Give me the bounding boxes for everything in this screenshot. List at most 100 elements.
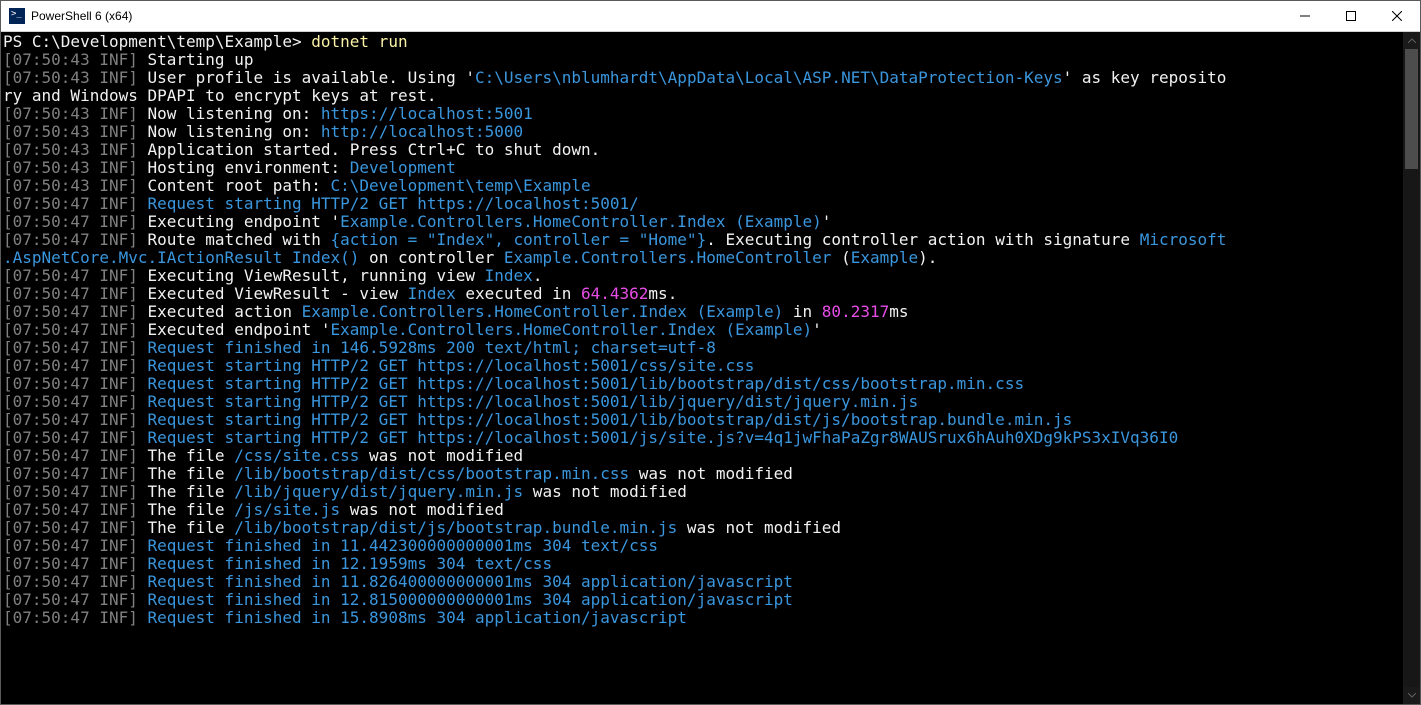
log-timestamp: [07:50:47 INF] bbox=[3, 230, 138, 249]
window-title: PowerShell 6 (x64) bbox=[31, 9, 1282, 23]
log-line: [07:50:47 INF] Request starting HTTP/2 G… bbox=[3, 357, 1401, 375]
terminal[interactable]: PS C:\Development\temp\Example> dotnet r… bbox=[1, 32, 1403, 704]
close-icon bbox=[1392, 11, 1402, 21]
maximize-icon bbox=[1346, 11, 1356, 21]
prompt-text: PS C:\Development\temp\Example> bbox=[3, 32, 311, 51]
log-line: [07:50:43 INF] Content root path: C:\Dev… bbox=[3, 177, 1401, 195]
log-timestamp: [07:50:47 INF] bbox=[3, 302, 138, 321]
titlebar[interactable]: PowerShell 6 (x64) bbox=[1, 1, 1420, 32]
log-line: [07:50:47 INF] Executed endpoint 'Exampl… bbox=[3, 321, 1401, 339]
scrollbar-thumb[interactable] bbox=[1405, 49, 1418, 169]
scrollbar[interactable] bbox=[1403, 32, 1420, 704]
log-segment: Example.Controllers.HomeController.Index… bbox=[331, 320, 813, 339]
log-segment: Request starting HTTP/2 GET https://loca… bbox=[138, 392, 918, 411]
log-line: [07:50:47 INF] Request finished in 15.89… bbox=[3, 609, 1401, 627]
log-segment: was not modified bbox=[523, 482, 687, 501]
log-timestamp: [07:50:47 INF] bbox=[3, 194, 138, 213]
log-segment: 80.2317 bbox=[822, 302, 889, 321]
scrollbar-track[interactable] bbox=[1403, 49, 1420, 687]
log-line: [07:50:47 INF] Request finished in 11.82… bbox=[3, 573, 1401, 591]
log-segment: Hosting environment: bbox=[138, 158, 350, 177]
log-timestamp: [07:50:47 INF] bbox=[3, 284, 138, 303]
scroll-down-button[interactable] bbox=[1403, 687, 1420, 704]
log-segment: {action = "Index", controller = "Home"} bbox=[331, 230, 707, 249]
log-timestamp: [07:50:47 INF] bbox=[3, 320, 138, 339]
log-segment: Request finished in 12.815000000000001ms… bbox=[138, 590, 793, 609]
log-line: [07:50:47 INF] Request starting HTTP/2 G… bbox=[3, 375, 1401, 393]
log-line: [07:50:47 INF] The file /lib/bootstrap/d… bbox=[3, 465, 1401, 483]
log-timestamp: [07:50:47 INF] bbox=[3, 608, 138, 627]
log-segment: Index bbox=[485, 266, 533, 285]
log-segment: on controller bbox=[359, 248, 504, 267]
log-line: [07:50:47 INF] Request starting HTTP/2 G… bbox=[3, 411, 1401, 429]
log-segment: Application started. Press Ctrl+C to shu… bbox=[138, 140, 600, 159]
log-segment: Now listening on: bbox=[138, 104, 321, 123]
maximize-button[interactable] bbox=[1328, 1, 1374, 31]
log-segment: The file bbox=[138, 500, 234, 519]
log-segment: /css/site.css bbox=[234, 446, 359, 465]
log-timestamp: [07:50:47 INF] bbox=[3, 590, 138, 609]
close-button[interactable] bbox=[1374, 1, 1420, 31]
log-segment: Request finished in 11.826400000000001ms… bbox=[138, 572, 793, 591]
log-segment: Development bbox=[350, 158, 456, 177]
log-timestamp: [07:50:47 INF] bbox=[3, 266, 138, 285]
log-segment: https://localhost:5001 bbox=[321, 104, 533, 123]
log-segment: Request starting HTTP/2 GET https://loca… bbox=[138, 356, 755, 375]
log-timestamp: [07:50:43 INF] bbox=[3, 50, 138, 69]
scroll-up-button[interactable] bbox=[1403, 32, 1420, 49]
log-line: [07:50:47 INF] Request finished in 12.81… bbox=[3, 591, 1401, 609]
log-segment: Example.Controllers.HomeController.Index… bbox=[340, 212, 822, 231]
log-segment: User profile is available. Using ' bbox=[138, 68, 475, 87]
log-timestamp: [07:50:43 INF] bbox=[3, 122, 138, 141]
window-controls bbox=[1282, 1, 1420, 31]
log-timestamp: [07:50:47 INF] bbox=[3, 428, 138, 447]
prompt-line: PS C:\Development\temp\Example> dotnet r… bbox=[3, 33, 1401, 51]
log-line: [07:50:47 INF] Request finished in 146.5… bbox=[3, 339, 1401, 357]
log-segment: ry and Windows DPAPI to encrypt keys at … bbox=[3, 86, 436, 105]
command-text: dotnet run bbox=[311, 32, 407, 51]
powershell-window: PowerShell 6 (x64) PS C:\Development\tem… bbox=[0, 0, 1421, 705]
log-line: [07:50:47 INF] Request starting HTTP/2 G… bbox=[3, 393, 1401, 411]
log-segment: Example.Controllers.HomeController bbox=[504, 248, 832, 267]
log-segment: ' bbox=[822, 212, 832, 231]
log-timestamp: [07:50:47 INF] bbox=[3, 572, 138, 591]
log-line: [07:50:43 INF] Starting up bbox=[3, 51, 1401, 69]
log-timestamp: [07:50:47 INF] bbox=[3, 554, 138, 573]
log-segment: http://localhost:5000 bbox=[321, 122, 523, 141]
chevron-down-icon bbox=[1408, 693, 1416, 698]
log-segment: C:\Users\nblumhardt\AppData\Local\ASP.NE… bbox=[475, 68, 1063, 87]
log-line: [07:50:47 INF] Request finished in 11.44… bbox=[3, 537, 1401, 555]
log-segment: . Executing controller action with signa… bbox=[706, 230, 1139, 249]
log-timestamp: [07:50:47 INF] bbox=[3, 536, 138, 555]
log-timestamp: [07:50:47 INF] bbox=[3, 482, 138, 501]
log-segment: Microsoft bbox=[1140, 230, 1227, 249]
log-timestamp: [07:50:47 INF] bbox=[3, 392, 138, 411]
log-segment: Executed ViewResult - view bbox=[138, 284, 408, 303]
log-line: [07:50:47 INF] Request starting HTTP/2 G… bbox=[3, 195, 1401, 213]
log-line: [07:50:47 INF] Executed action Example.C… bbox=[3, 303, 1401, 321]
log-segment: Request finished in 11.442300000000001ms… bbox=[138, 536, 658, 555]
log-segment: Request finished in 15.8908ms 304 applic… bbox=[138, 608, 687, 627]
log-timestamp: [07:50:47 INF] bbox=[3, 446, 138, 465]
log-segment: Executing endpoint ' bbox=[138, 212, 340, 231]
log-line: [07:50:47 INF] The file /css/site.css wa… bbox=[3, 447, 1401, 465]
log-timestamp: [07:50:47 INF] bbox=[3, 338, 138, 357]
log-line: [07:50:43 INF] Hosting environment: Deve… bbox=[3, 159, 1401, 177]
log-timestamp: [07:50:47 INF] bbox=[3, 410, 138, 429]
log-segment: Executed endpoint ' bbox=[138, 320, 331, 339]
log-line: .AspNetCore.Mvc.IActionResult Index() on… bbox=[3, 249, 1401, 267]
minimize-button[interactable] bbox=[1282, 1, 1328, 31]
log-segment: Index bbox=[408, 284, 456, 303]
log-segment: ms bbox=[889, 302, 908, 321]
log-timestamp: [07:50:47 INF] bbox=[3, 374, 138, 393]
log-line: ry and Windows DPAPI to encrypt keys at … bbox=[3, 87, 1401, 105]
log-segment: Request finished in 146.5928ms 200 text/… bbox=[138, 338, 716, 357]
log-segment: The file bbox=[138, 446, 234, 465]
log-timestamp: [07:50:43 INF] bbox=[3, 176, 138, 195]
log-segment: Now listening on: bbox=[138, 122, 321, 141]
log-timestamp: [07:50:47 INF] bbox=[3, 518, 138, 537]
log-segment: Request starting HTTP/2 GET https://loca… bbox=[138, 428, 1178, 447]
log-line: [07:50:47 INF] Route matched with {actio… bbox=[3, 231, 1401, 249]
log-segment: ' as key reposito bbox=[1063, 68, 1227, 87]
log-segment: Executing ViewResult, running view bbox=[138, 266, 485, 285]
